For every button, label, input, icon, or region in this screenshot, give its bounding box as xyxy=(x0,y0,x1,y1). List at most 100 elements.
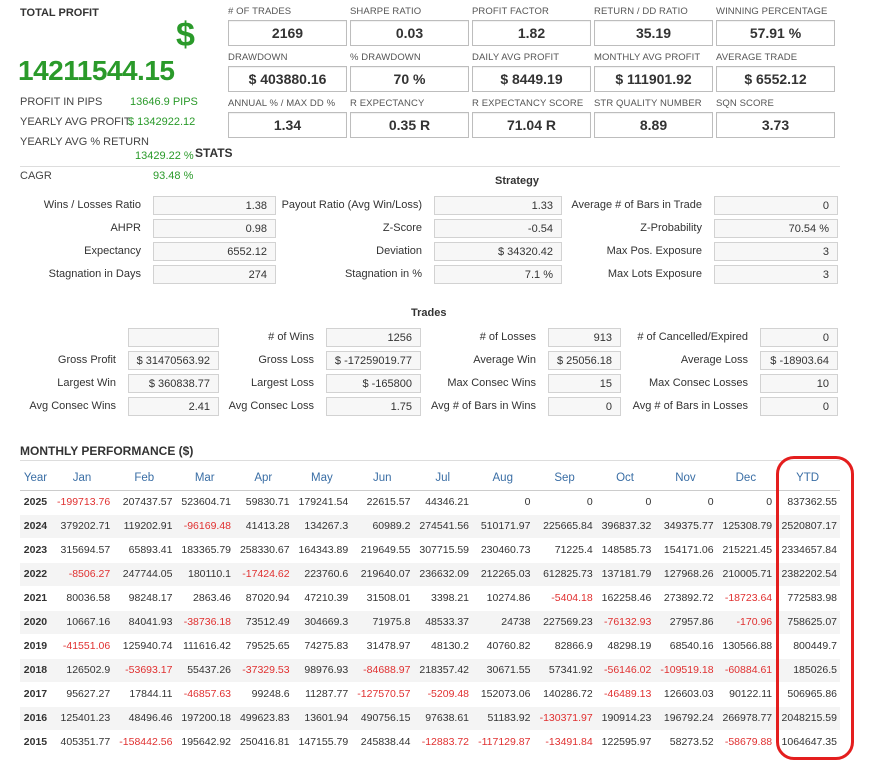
metric-value: 3.73 xyxy=(716,112,835,138)
month-value-cell: 99248.6 xyxy=(234,682,293,707)
month-value-cell: 82866.9 xyxy=(533,634,596,659)
month-value-cell: 125940.74 xyxy=(113,634,176,659)
month-value-cell: 98976.93 xyxy=(292,658,352,683)
month-value-cell: 148585.73 xyxy=(595,538,655,563)
monthly-performance-table: Year Jan Feb Mar Apr May Jun Jul Aug Sep Oct Nov Dec… xyxy=(20,466,840,755)
trades-title: Trades xyxy=(411,307,447,319)
month-value-cell: 523604.71 xyxy=(175,490,235,515)
stats-divider xyxy=(20,166,840,167)
col-header-nov: Nov xyxy=(654,466,717,491)
metric-value: 1.82 xyxy=(472,20,591,46)
metric-value: $ 8449.19 xyxy=(472,66,591,92)
month-value-cell: 0 xyxy=(595,490,655,515)
month-value-cell: -199713.76 xyxy=(50,490,114,515)
metric-value: 2169 xyxy=(228,20,347,46)
trades-value-max-consec-wins: 15 xyxy=(548,374,621,393)
month-value-cell: 219649.55 xyxy=(351,538,414,563)
metric-daily-avg-profit: DAILY AVG PROFIT $ 8449.19 xyxy=(472,52,591,92)
month-value-cell: 154171.06 xyxy=(654,538,717,563)
month-value-cell: 405351.77 xyxy=(50,730,114,755)
month-value-cell: 180110.1 xyxy=(175,562,235,587)
metric-annual-max-dd: ANNUAL % / MAX DD % 1.34 xyxy=(228,98,347,138)
trades-value-largest-loss: $ -165800 xyxy=(326,374,421,393)
month-value-cell: 227569.23 xyxy=(533,610,596,635)
month-value-cell: 307715.59 xyxy=(413,538,473,563)
month-value-cell: 349375.77 xyxy=(654,514,717,539)
metric-r-expectancy: R EXPECTANCY 0.35 R xyxy=(350,98,469,138)
month-value-cell: 79525.65 xyxy=(234,634,293,659)
metric-label: MONTHLY AVG PROFIT xyxy=(594,52,701,63)
month-value-cell: -46857.63 xyxy=(175,682,235,707)
trades-value-max-consec-losses: 10 xyxy=(760,374,838,393)
monthly-header-row: Year Jan Feb Mar Apr May Jun Jul Aug Sep Oct Nov Dec… xyxy=(20,466,840,491)
month-value-cell: 379202.71 xyxy=(50,514,114,539)
trades-label-of-cancelled-expired: # of Cancelled/Expired xyxy=(637,331,748,343)
trades-label-of-wins: # of Wins xyxy=(268,331,314,343)
col-header-ytd: YTD xyxy=(775,466,840,491)
year-cell: 2020 xyxy=(20,610,51,635)
month-value-cell: 22615.57 xyxy=(351,490,414,515)
year-cell: 2021 xyxy=(20,586,51,611)
trades-value-average-win: $ 25056.18 xyxy=(548,351,621,370)
trades-label-gross-loss: Gross Loss xyxy=(258,354,314,366)
month-value-cell: 130566.88 xyxy=(716,634,776,659)
year-cell: 2024 xyxy=(20,514,51,539)
month-value-cell: 48533.37 xyxy=(413,610,473,635)
cagr-value: 93.48 % xyxy=(153,170,194,182)
month-value-cell: 247744.05 xyxy=(113,562,176,587)
trades-value-of-wins: 1256 xyxy=(326,328,421,347)
month-value-cell: 119202.91 xyxy=(113,514,176,539)
month-value-cell: -158442.56 xyxy=(113,730,176,755)
strategy-value-expectancy: 6552.12 xyxy=(153,242,276,261)
month-value-cell: 65893.41 xyxy=(113,538,176,563)
profit-in-pips-value: 13646.9 PIPS xyxy=(130,96,198,108)
total-profit-value: 14211544.15 xyxy=(18,55,175,86)
col-header-sep: Sep xyxy=(533,466,596,491)
metric-label: PROFIT FACTOR xyxy=(472,6,549,17)
month-value-cell: 218357.42 xyxy=(413,658,473,683)
month-value-cell: -5209.48 xyxy=(413,682,473,707)
month-value-cell: -53693.17 xyxy=(113,658,176,683)
strategy-label-z-score: Z-Score xyxy=(382,222,422,234)
month-value-cell: -109519.18 xyxy=(654,658,717,683)
month-value-cell: 250416.81 xyxy=(234,730,293,755)
month-value-cell: 197200.18 xyxy=(175,706,235,731)
metric-value: 57.91 % xyxy=(716,20,835,46)
month-value-cell: 499623.83 xyxy=(234,706,293,731)
month-value-cell: 266978.77 xyxy=(716,706,776,731)
year-cell: 2018 xyxy=(20,658,51,683)
year-cell: 2015 xyxy=(20,730,51,755)
trades-value-gross-profit: $ 31470563.92 xyxy=(128,351,219,370)
metric-value: 0.35 R xyxy=(350,112,469,138)
trades-label-avg-of-bars-in-wins: Avg # of Bars in Wins xyxy=(431,400,536,412)
year-cell: 2017 xyxy=(20,682,51,707)
month-value-cell: 152073.06 xyxy=(472,682,534,707)
month-value-cell: 837362.55 xyxy=(775,490,840,515)
metric-label: STR QUALITY NUMBER xyxy=(594,98,702,109)
strategy-label-stagnation-in-days: Stagnation in Days xyxy=(48,268,141,280)
trades-value-average-loss: $ -18903.64 xyxy=(760,351,838,370)
month-value-cell: 207437.57 xyxy=(113,490,176,515)
trades-label-gross-profit: Gross Profit xyxy=(57,354,116,366)
trades-label-largest-loss: Largest Loss xyxy=(251,377,314,389)
strategy-value-z-score: -0.54 xyxy=(434,219,562,238)
trades-label-avg-consec-loss: Avg Consec Loss xyxy=(228,400,314,412)
month-value-cell: 179241.54 xyxy=(292,490,352,515)
strategy-label-z-probability: Z-Probability xyxy=(640,222,702,234)
strategy-label-average-of-bars-in-trade: Average # of Bars in Trade xyxy=(571,199,702,211)
col-header-aug: Aug xyxy=(472,466,534,491)
profit-in-pips-label: PROFIT IN PIPS xyxy=(20,96,103,108)
col-header-jul: Jul xyxy=(413,466,473,491)
metric-return-dd-ratio: RETURN / DD RATIO 35.19 xyxy=(594,6,713,46)
month-value-cell: 225665.84 xyxy=(533,514,596,539)
table-row: 2024 379202.71 119202.91 -96169.48 41413.28 1… xyxy=(20,514,840,539)
month-value-cell: -46489.13 xyxy=(595,682,655,707)
trades-label-average-win: Average Win xyxy=(473,354,536,366)
month-value-cell: -96169.48 xyxy=(175,514,235,539)
metric-label: DRAWDOWN xyxy=(228,52,288,63)
trades-value-largest-win: $ 360838.77 xyxy=(128,374,219,393)
month-value-cell: 13601.94 xyxy=(292,706,352,731)
year-cell: 2025 xyxy=(20,490,51,515)
strategy-label-stagnation-in: Stagnation in % xyxy=(344,268,422,280)
trades-label-max-consec-wins: Max Consec Wins xyxy=(447,377,536,389)
